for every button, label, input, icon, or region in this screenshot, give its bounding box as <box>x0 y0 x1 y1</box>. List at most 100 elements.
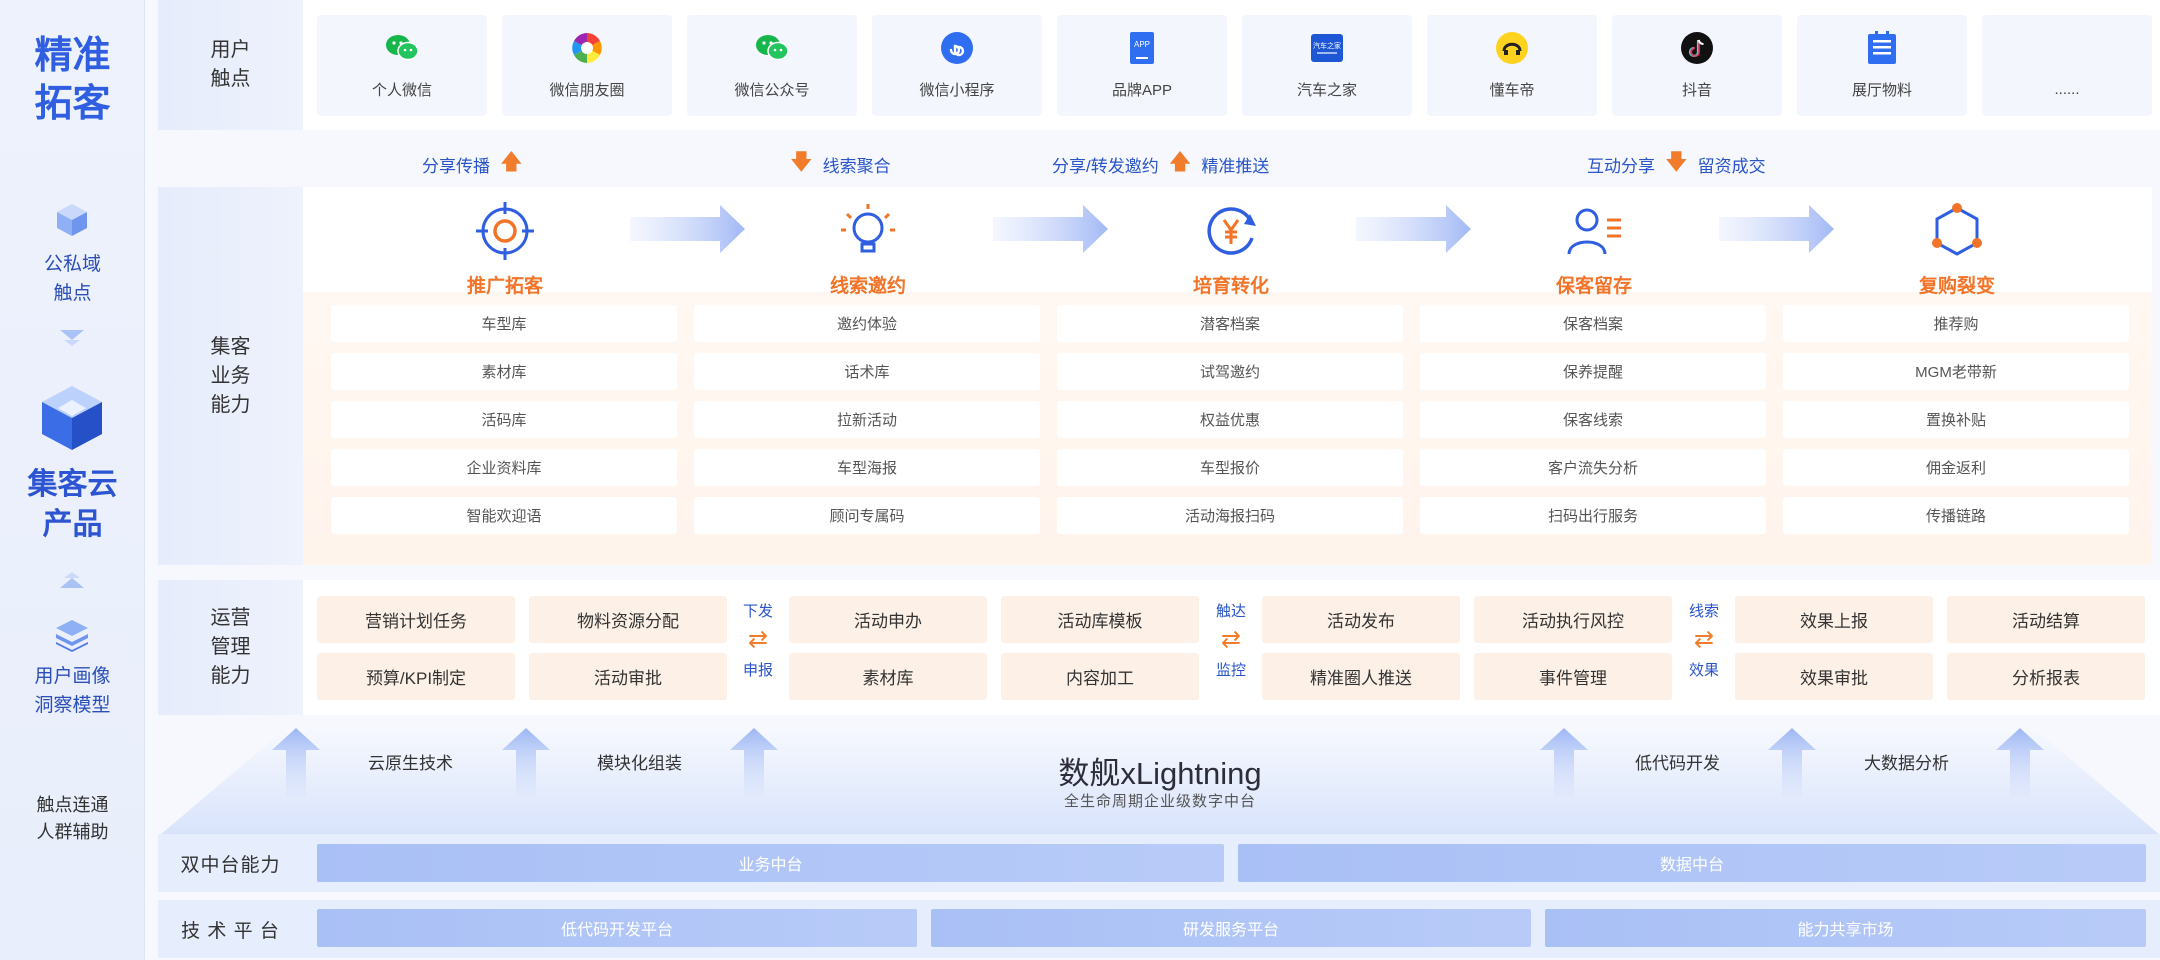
swap-arrows-icon: ⇄ <box>1220 626 1242 653</box>
up-arrow-icon <box>1996 728 2044 796</box>
touchpoint-label: 汽车之家 <box>1296 82 1357 99</box>
target-icon <box>476 202 534 260</box>
ops-item[interactable]: 素材库 <box>789 653 987 700</box>
ops-separator-dispatch: 下发 ⇄ 申报 <box>733 600 783 680</box>
touchpoint-autohome[interactable]: 汽车之家 汽车之家 <box>1242 15 1412 116</box>
touchpoint-official-account[interactable]: 微信公众号 <box>687 15 857 116</box>
capability-item[interactable]: 车型报价 <box>1057 449 1403 486</box>
capability-item[interactable]: 素材库 <box>331 353 677 390</box>
row-label-operations: 运营 管理 能力 <box>158 580 303 715</box>
business-middle-platform-bar[interactable]: 业务中台 <box>317 844 1224 882</box>
up-arrow-icon <box>272 728 320 796</box>
ops-item[interactable]: 分析报表 <box>1947 653 2145 700</box>
capability-item[interactable]: 顾问专属码 <box>694 497 1040 534</box>
capability-item[interactable]: 保客档案 <box>1420 305 1766 342</box>
flow-arrow-icon <box>1719 205 1834 253</box>
chevron-up-icon <box>60 572 84 588</box>
ops-item[interactable]: 效果审批 <box>1735 653 1933 700</box>
flow-share-invite: 分享/转发邀约 🡅 精准推送 <box>1052 145 1269 183</box>
flow-arrow-icon <box>1356 205 1471 253</box>
ops-item[interactable]: 物料资源分配 <box>529 596 727 643</box>
arrow-up-icon: 🡅 <box>500 149 523 174</box>
capability-item[interactable]: 车型库 <box>331 305 677 342</box>
swap-arrows-icon: ⇄ <box>1693 626 1715 653</box>
douyin-icon <box>1680 31 1714 65</box>
capability-market-bar[interactable]: 能力共享市场 <box>1545 909 2146 947</box>
ops-item[interactable]: 活动结算 <box>1947 596 2145 643</box>
stage-promote: 推广拓客 <box>405 200 605 298</box>
sidebar: 精准 拓客 公私域 触点 集客云 产品 用户画像 洞察模型 触点连通 人群辅助 <box>0 0 145 960</box>
tech-cloud-native: 云原生技术 <box>368 754 453 773</box>
ops-item[interactable]: 营销计划任务 <box>317 596 515 643</box>
up-arrow-icon <box>502 728 550 796</box>
capability-item[interactable]: 客户流失分析 <box>1420 449 1766 486</box>
sidebar-portrait-line2: 洞察模型 <box>34 695 111 716</box>
ops-item[interactable]: 活动库模板 <box>1001 596 1199 643</box>
capability-item[interactable]: 推荐购 <box>1783 305 2129 342</box>
capability-item[interactable]: MGM老带新 <box>1783 353 2129 390</box>
svg-text:汽车之家: 汽车之家 <box>1313 41 1341 50</box>
sidebar-connect-line2: 人群辅助 <box>36 822 109 842</box>
capability-item[interactable]: 佣金返利 <box>1783 449 2129 486</box>
stage-label: 推广拓客 <box>466 276 543 297</box>
capability-item[interactable]: 置换补贴 <box>1783 401 2129 438</box>
stage-nurture: 培育转化 <box>1131 200 1331 298</box>
touchpoint-douyin[interactable]: 抖音 <box>1612 15 1782 116</box>
up-arrow-icon <box>1540 728 1588 796</box>
ops-item[interactable]: 内容加工 <box>1001 653 1199 700</box>
up-arrow-icon <box>730 728 778 796</box>
touchpoint-label: ...... <box>2054 81 2080 98</box>
dongchedi-icon <box>1495 31 1529 65</box>
capability-item[interactable]: 拉新活动 <box>694 401 1040 438</box>
touchpoint-label: 个人微信 <box>371 82 432 99</box>
capability-item[interactable]: 邀约体验 <box>694 305 1040 342</box>
touchpoint-miniprogram[interactable]: 微信小程序 <box>872 15 1042 116</box>
flow-share-spread: 分享传播 🡅 <box>422 145 533 183</box>
moments-icon <box>570 31 604 65</box>
ops-item[interactable]: 精准圈人推送 <box>1262 653 1460 700</box>
stage-label: 保客留存 <box>1555 276 1632 297</box>
touchpoint-more[interactable]: ...... <box>1982 15 2152 116</box>
arrow-down-icon: 🡇 <box>790 149 813 174</box>
ops-item[interactable]: 活动申办 <box>789 596 987 643</box>
ops-item[interactable]: 预算/KPI制定 <box>317 653 515 700</box>
ops-item[interactable]: 活动审批 <box>529 653 727 700</box>
touchpoint-dongchedi[interactable]: 懂车帝 <box>1427 15 1597 116</box>
low-code-platform-bar[interactable]: 低代码开发平台 <box>317 909 917 947</box>
capability-item[interactable]: 车型海报 <box>694 449 1040 486</box>
ops-item[interactable]: 活动发布 <box>1262 596 1460 643</box>
touchpoint-label: 品牌APP <box>1111 82 1172 99</box>
capability-item[interactable]: 活动海报扫码 <box>1057 497 1403 534</box>
capability-item[interactable]: 扫码出行服务 <box>1420 497 1766 534</box>
ops-item[interactable]: 事件管理 <box>1474 653 1672 700</box>
up-arrow-icon <box>1768 728 1816 796</box>
app-icon: APP <box>1125 31 1159 65</box>
capability-item[interactable]: 话术库 <box>694 353 1040 390</box>
capability-item[interactable]: 试驾邀约 <box>1057 353 1403 390</box>
ops-separator-reach: 触达 ⇄ 监控 <box>1206 600 1256 680</box>
capability-item[interactable]: 保客线索 <box>1420 401 1766 438</box>
row-label-business: 集客 业务 能力 <box>158 187 303 565</box>
touchpoint-label: 抖音 <box>1681 82 1712 99</box>
capability-item[interactable]: 传播链路 <box>1783 497 2129 534</box>
touchpoint-showroom[interactable]: 展厅物料 <box>1797 15 1967 116</box>
capability-item[interactable]: 保养提醒 <box>1420 353 1766 390</box>
ops-item[interactable]: 活动执行风控 <box>1474 596 1672 643</box>
touchpoint-personal-wechat[interactable]: 个人微信 <box>317 15 487 116</box>
capability-item[interactable]: 智能欢迎语 <box>331 497 677 534</box>
touchpoint-moments[interactable]: 微信朋友圈 <box>502 15 672 116</box>
product-cube-icon <box>42 386 102 450</box>
svg-text:APP: APP <box>1134 40 1150 49</box>
touchpoint-brand-app[interactable]: APP 品牌APP <box>1057 15 1227 116</box>
stage-referral: 复购裂变 <box>1857 200 2057 298</box>
wechat-icon <box>755 31 789 65</box>
data-middle-platform-bar[interactable]: 数据中台 <box>1238 844 2146 882</box>
capability-item[interactable]: 企业资料库 <box>331 449 677 486</box>
ops-item[interactable]: 效果上报 <box>1735 596 1933 643</box>
lightbulb-icon <box>841 204 895 253</box>
capability-item[interactable]: 权益优惠 <box>1057 401 1403 438</box>
miniprogram-icon <box>940 31 974 65</box>
capability-item[interactable]: 活码库 <box>331 401 677 438</box>
capability-item[interactable]: 潜客档案 <box>1057 305 1403 342</box>
rd-service-platform-bar[interactable]: 研发服务平台 <box>931 909 1531 947</box>
